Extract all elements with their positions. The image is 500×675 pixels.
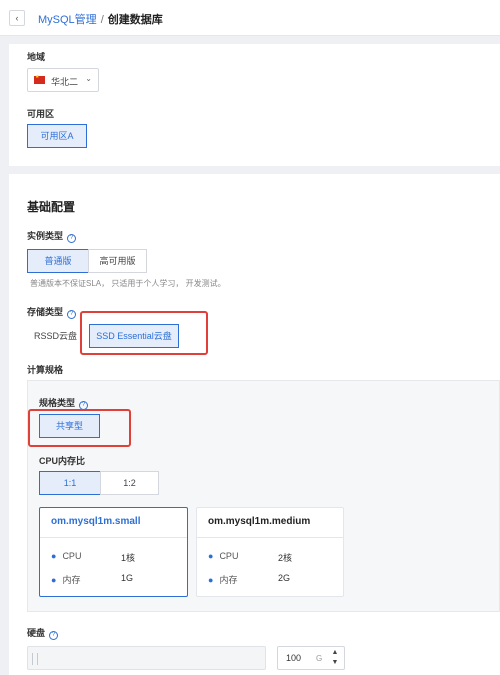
region-value: 华北二 — [51, 77, 79, 87]
instance-type-ha[interactable]: 高可用版 — [88, 249, 147, 273]
bullet-icon: ● — [51, 551, 57, 561]
spec-mem-value: 1G — [121, 573, 134, 583]
disk-size-input[interactable]: 100 G ▲ ▼ — [277, 646, 345, 670]
disk-size-slider[interactable] — [27, 646, 266, 670]
spec-mem-label: 内存 — [219, 575, 238, 585]
bullet-icon: ● — [208, 575, 214, 585]
storage-type-rssd[interactable]: RSSD云盘 — [27, 324, 84, 348]
storage-type-label-text: 存储类型 — [27, 307, 64, 317]
back-button[interactable]: ‹ — [9, 10, 25, 26]
spec-mem-label: 内存 — [62, 575, 81, 585]
ratio-1-2[interactable]: 1:2 — [100, 471, 159, 495]
spec-cpu-row: ● CPU 1核 — [51, 551, 135, 563]
decrement-icon[interactable]: ▼ — [328, 658, 342, 668]
chevron-down-icon: ⌄ — [85, 74, 92, 83]
zone-label: 可用区 — [27, 109, 55, 119]
help-icon[interactable]: ? — [67, 234, 77, 243]
compute-spec-label: 计算规格 — [27, 365, 64, 375]
breadcrumb-mysql-link[interactable]: MySQL管理 — [38, 14, 97, 26]
cpu-mem-ratio-label: CPU内存比 — [39, 456, 86, 466]
region-select[interactable]: 华北二 ⌄ — [27, 68, 99, 92]
spec-cpu-value: 2核 — [278, 553, 293, 563]
breadcrumb: MySQL管理 / 创建数据库 — [38, 11, 163, 27]
spec-name: om.mysql1m.medium — [208, 516, 311, 527]
bullet-icon: ● — [51, 575, 57, 585]
spec-mem-value: 2G — [278, 573, 291, 583]
instance-type-label-text: 实例类型 — [27, 231, 64, 241]
highlight-box-storage — [80, 311, 208, 355]
zone-option-a[interactable]: 可用区A — [27, 124, 87, 148]
instance-type-label: 实例类型? — [27, 229, 77, 243]
region-label: 地域 — [27, 52, 46, 62]
china-flag-icon — [34, 74, 45, 84]
spec-mem-row: ● 内存 2G — [208, 573, 290, 586]
disk-size-value: 100 — [286, 653, 302, 663]
spec-type-label-text: 规格类型 — [39, 398, 76, 408]
highlight-box-spec — [28, 409, 131, 447]
top-bar: ‹ MySQL管理 / 创建数据库 — [0, 0, 500, 36]
disk-label: 硬盘? — [27, 626, 59, 640]
spec-cpu-label: CPU — [219, 551, 239, 561]
location-card: 地域 华北二 ⌄ 可用区 可用区A — [9, 44, 500, 166]
disk-size-unit: G — [316, 654, 323, 663]
help-icon[interactable]: ? — [67, 310, 77, 319]
slider-handle[interactable] — [32, 653, 38, 665]
spec-type-label: 规格类型? — [39, 396, 89, 410]
spec-cpu-label: CPU — [62, 551, 82, 561]
chevron-left-icon: ‹ — [15, 13, 19, 23]
storage-type-label: 存储类型? — [27, 305, 77, 319]
section-title: 基础配置 — [27, 200, 76, 214]
breadcrumb-separator: / — [100, 14, 104, 26]
disk-size-stepper[interactable]: ▲ ▼ — [328, 648, 342, 668]
spec-card-medium[interactable]: om.mysql1m.medium ● CPU 2核 ● 内存 2G — [196, 507, 344, 597]
divider — [197, 537, 343, 538]
bullet-icon: ● — [208, 551, 214, 561]
spec-name: om.mysql1m.small — [51, 516, 141, 527]
disk-label-text: 硬盘 — [27, 628, 46, 638]
instance-type-standard[interactable]: 普通版 — [27, 249, 89, 273]
spec-card-small[interactable]: om.mysql1m.small ● CPU 1核 ● 内存 1G — [39, 507, 188, 597]
ratio-1-1[interactable]: 1:1 — [39, 471, 101, 495]
divider — [40, 537, 187, 538]
spec-mem-row: ● 内存 1G — [51, 573, 133, 586]
instance-hint: 普通版本不保证SLA， 只适用于个人学习， 开发测试。 — [30, 279, 226, 288]
increment-icon[interactable]: ▲ — [328, 648, 342, 658]
basic-config-card: 基础配置 实例类型? 普通版 高可用版 普通版本不保证SLA， 只适用于个人学习… — [9, 174, 500, 675]
help-icon[interactable]: ? — [49, 631, 59, 640]
spec-cpu-row: ● CPU 2核 — [208, 551, 292, 563]
page-title: 创建数据库 — [107, 14, 163, 26]
spec-cpu-value: 1核 — [121, 553, 136, 563]
